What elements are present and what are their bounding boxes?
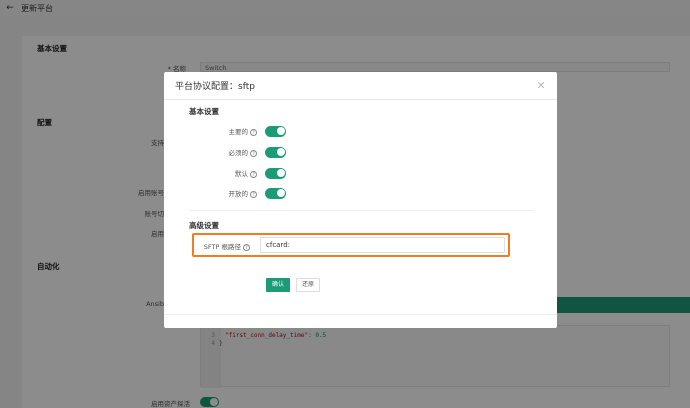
basic-settings-heading: 基本设置 xyxy=(189,107,219,116)
dialog-footer xyxy=(164,314,557,328)
public-toggle[interactable] xyxy=(265,187,286,199)
reset-button[interactable]: 还原 xyxy=(296,278,320,292)
close-icon[interactable]: ✕ xyxy=(535,80,547,92)
advanced-settings-heading: 高级设置 xyxy=(189,221,219,230)
toggle-label-text: 默认 xyxy=(235,170,248,178)
help-icon[interactable]: ? xyxy=(250,171,257,178)
toggle-label: 主要的? xyxy=(194,126,257,136)
default-toggle[interactable] xyxy=(265,167,286,179)
help-icon[interactable]: ? xyxy=(243,244,250,251)
toggle-row-required: 必须的? xyxy=(194,146,524,158)
toggle-row-default: 默认? xyxy=(194,167,524,179)
toggle-label: 默认? xyxy=(194,168,257,178)
toggle-label-text: 主要的 xyxy=(228,128,249,136)
confirm-button[interactable]: 确认 xyxy=(266,278,290,292)
help-icon[interactable]: ? xyxy=(250,191,257,198)
toggle-label: 必须的? xyxy=(194,147,257,157)
sftp-root-highlight: SFTP 根路径? cfcard: xyxy=(192,233,510,257)
section-divider xyxy=(189,210,534,211)
toggle-label-text: 开放的 xyxy=(228,190,249,198)
protocol-config-dialog: 平台协议配置：sftp ✕ 基本设置 主要的? 必须的? 默认? 开放的? 高级… xyxy=(164,72,557,328)
help-icon[interactable]: ? xyxy=(250,129,257,136)
sftp-root-label: SFTP 根路径? xyxy=(194,241,250,251)
dialog-title: 平台协议配置：sftp xyxy=(175,82,255,92)
toggle-row-public: 开放的? xyxy=(194,187,524,199)
help-icon[interactable]: ? xyxy=(250,150,257,157)
sftp-root-label-text: SFTP 根路径 xyxy=(203,243,241,251)
primary-toggle[interactable] xyxy=(265,125,286,137)
dialog-body: 基本设置 主要的? 必须的? 默认? 开放的? 高级设置 SFTP 根路径? c… xyxy=(164,100,557,314)
dialog-header: 平台协议配置：sftp ✕ xyxy=(164,72,557,100)
toggle-row-primary: 主要的? xyxy=(194,125,524,137)
required-toggle[interactable] xyxy=(265,146,286,158)
sftp-root-input[interactable]: cfcard: xyxy=(260,237,505,253)
toggle-label: 开放的? xyxy=(194,188,257,198)
toggle-label-text: 必须的 xyxy=(228,149,249,157)
